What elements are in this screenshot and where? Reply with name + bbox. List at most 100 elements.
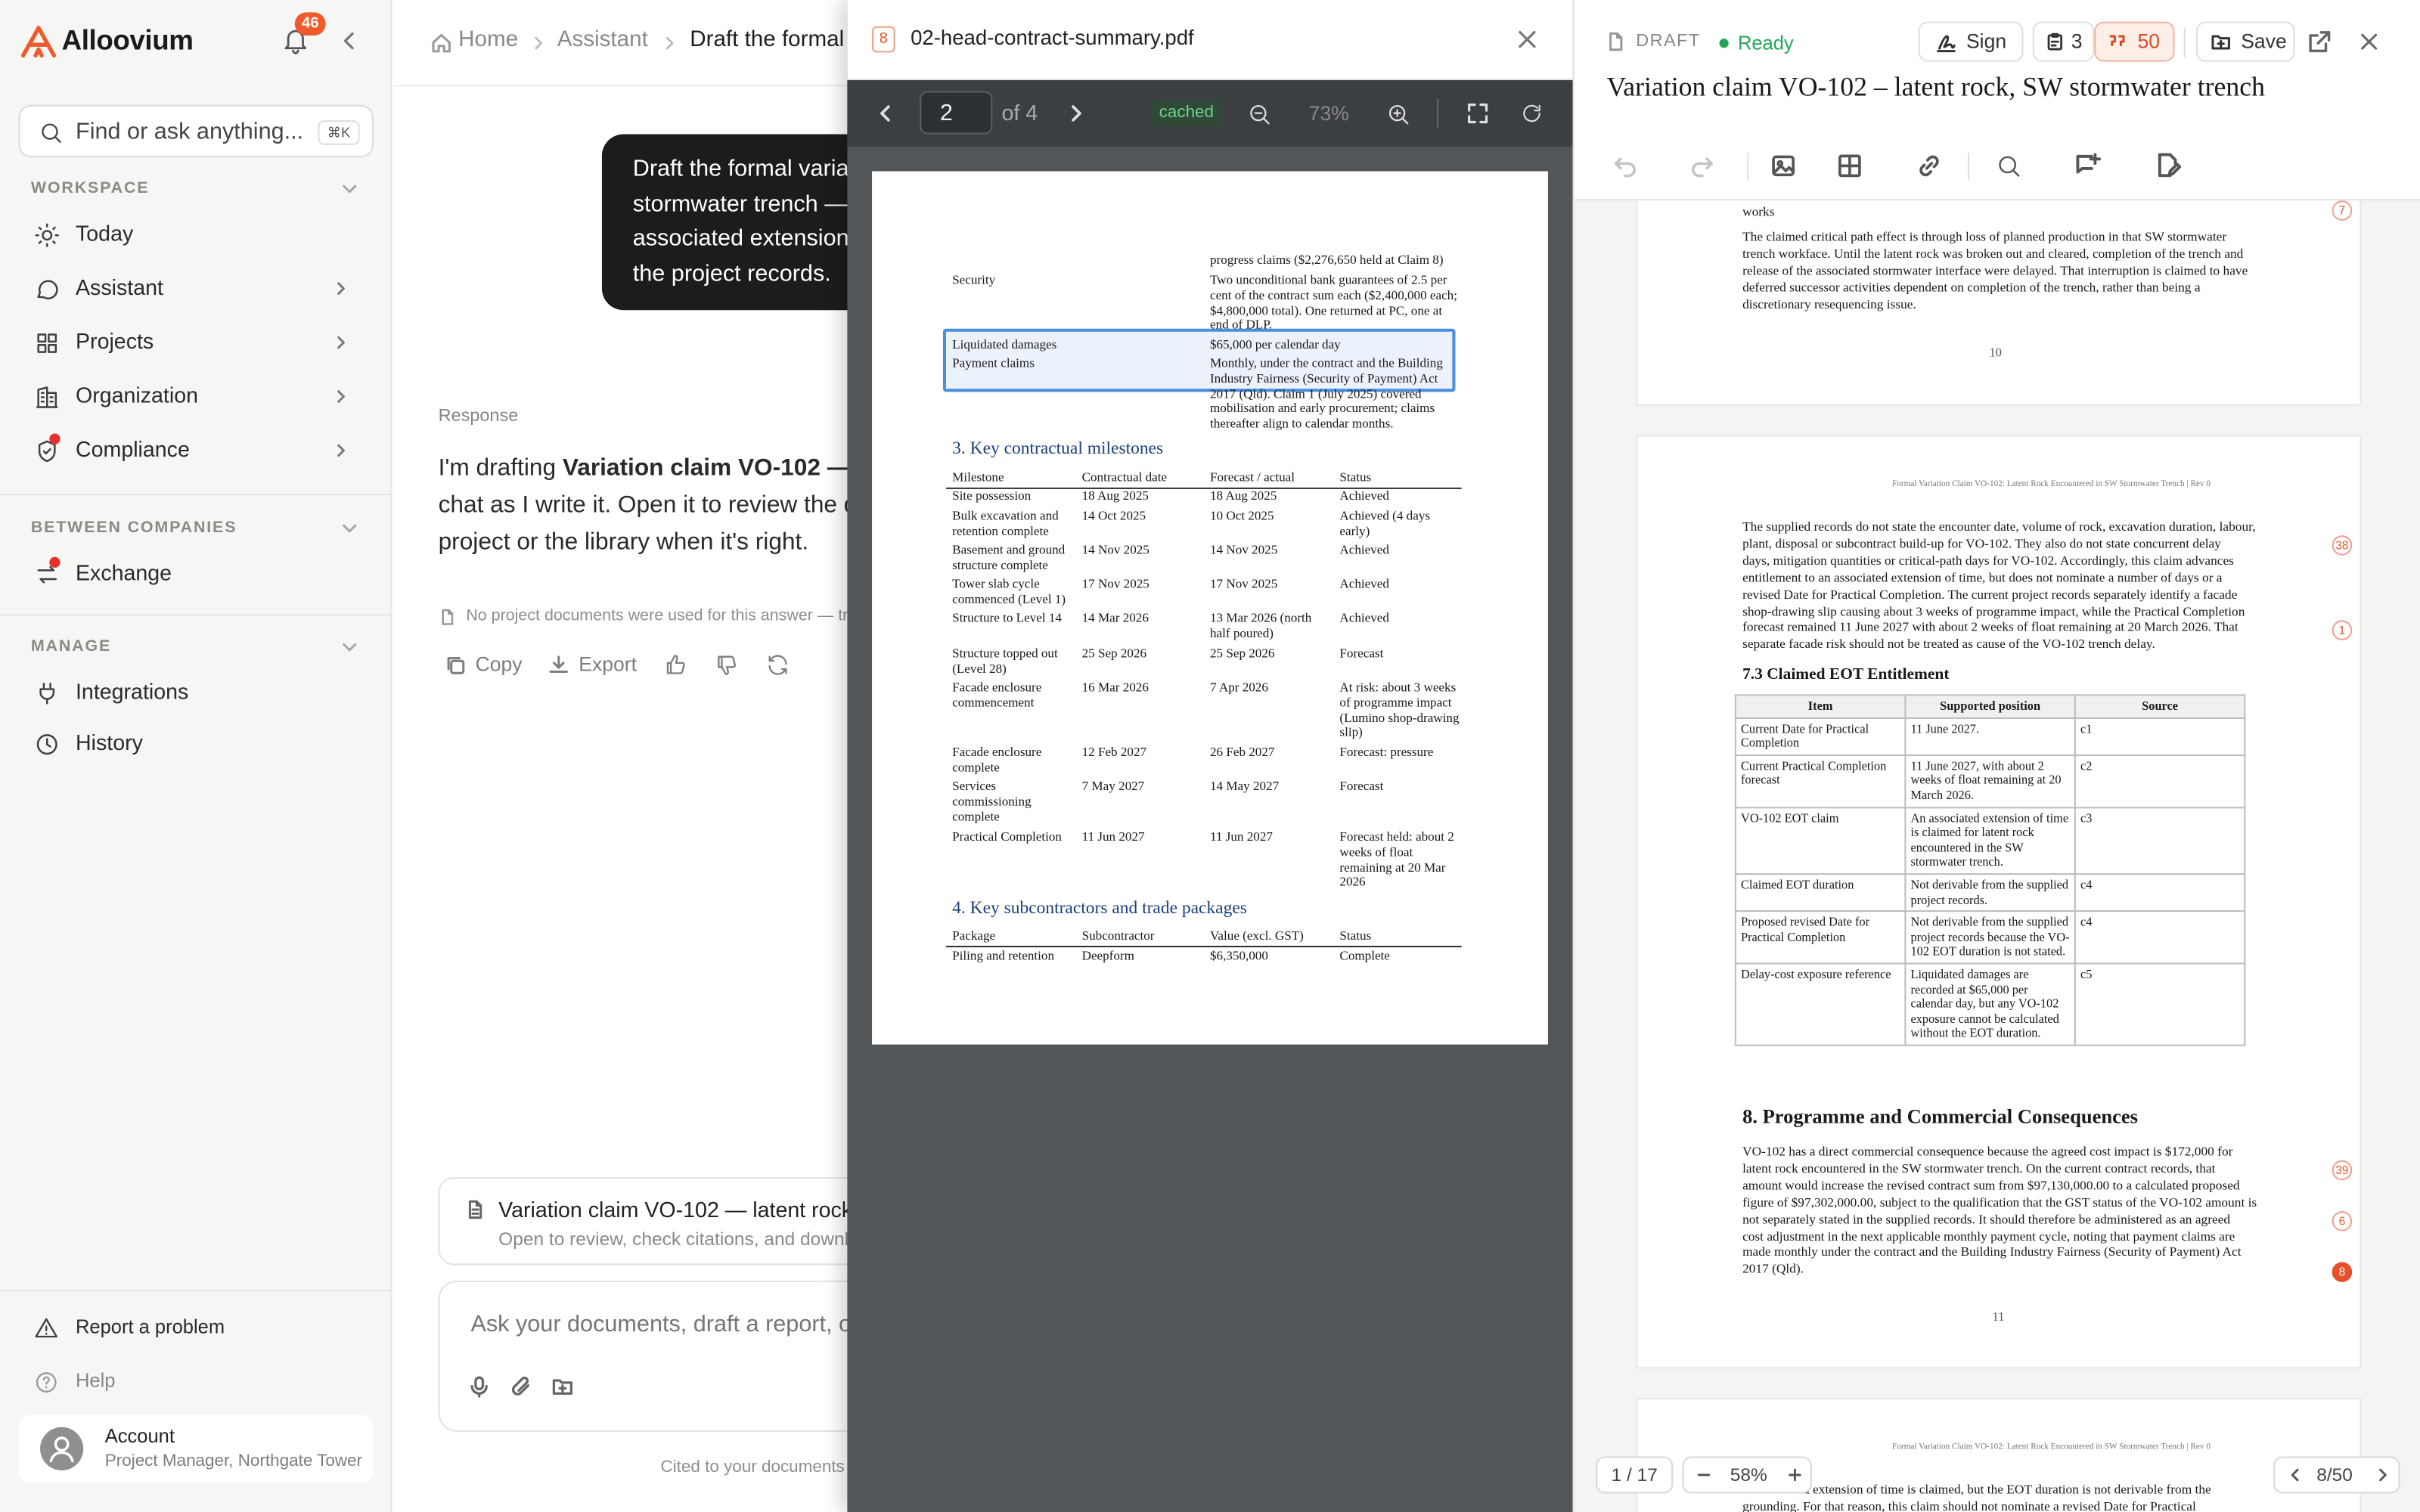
redo-icon[interactable]: [1690, 154, 1715, 179]
citation-marker[interactable]: 7: [2332, 200, 2353, 221]
milestone-cell: Site possession: [952, 488, 1032, 503]
chevron-right-icon: [337, 444, 345, 457]
undo-icon[interactable]: [1613, 154, 1638, 179]
sidebar-item-integrations[interactable]: Integrations: [18, 668, 373, 717]
citation-marker[interactable]: 38: [2332, 535, 2353, 556]
manage-label: MANAGE: [30, 637, 112, 656]
search-input[interactable]: [75, 106, 308, 156]
close-icon[interactable]: [1516, 28, 1539, 51]
composer[interactable]: [438, 1280, 873, 1432]
folder-add-icon[interactable]: [551, 1374, 575, 1398]
sidebar-item-exchange[interactable]: Exchange: [18, 550, 373, 599]
draft-page-10: works 7 The claimed critical path effect…: [1637, 200, 2360, 404]
sidebar-item-history[interactable]: History: [18, 719, 373, 768]
signature-icon: [1937, 35, 1956, 53]
document-icon: [442, 609, 454, 625]
subcontractor-cell: Complete: [1339, 949, 1390, 963]
account-name: Account: [104, 1425, 175, 1448]
refresh-icon[interactable]: [1520, 102, 1544, 125]
save-button[interactable]: Save: [2196, 21, 2295, 62]
table-row: VO-102 EOT claim An associated extension …: [1734, 806, 2246, 875]
table-header: Contractual date: [1081, 470, 1168, 485]
citation-navigator[interactable]: 8/50: [2273, 1456, 2400, 1494]
link-icon[interactable]: [1916, 153, 1944, 179]
sidebar-item-projects[interactable]: Projects: [18, 318, 373, 367]
image-icon[interactable]: [1770, 153, 1797, 179]
help-label: Help: [75, 1370, 116, 1392]
thumbs-up-icon[interactable]: [664, 652, 689, 677]
paragraph-line: cost adjustment in the next applicable m…: [1742, 1227, 2235, 1243]
paragraph-line: separate facade risk should not be treat…: [1742, 636, 2155, 652]
regenerate-icon[interactable]: [765, 652, 790, 677]
chevron-down-icon[interactable]: [341, 520, 358, 537]
sidebar-item-label: History: [75, 730, 143, 754]
citation-marker-active[interactable]: 8: [2332, 1262, 2353, 1282]
pdf-cell: $65,000 per calendar day: [1209, 337, 1341, 352]
search-icon[interactable]: [1996, 153, 2022, 179]
milestone-cell: Forecast: [1339, 779, 1384, 793]
add-comment-icon[interactable]: [2074, 151, 2102, 179]
chevron-down-icon[interactable]: [341, 181, 358, 197]
notes-count-button[interactable]: 3: [2032, 21, 2095, 62]
citation-marker[interactable]: 1: [2332, 620, 2353, 640]
chevron-right-icon: [337, 390, 345, 403]
pdf-page: progress claims ($2,276,650 held at Clai…: [872, 171, 1548, 1045]
fullscreen-icon[interactable]: [1466, 102, 1490, 125]
milestone-cell: 18 Aug 2025: [1081, 488, 1149, 503]
close-icon[interactable]: [2358, 31, 2380, 53]
minus-icon[interactable]: [1696, 1467, 1711, 1483]
chevron-right-icon[interactable]: [2375, 1467, 2391, 1483]
paperclip-icon[interactable]: [509, 1374, 532, 1398]
citation-number-badge: 8: [872, 26, 895, 53]
citation-marker[interactable]: 39: [2332, 1160, 2353, 1181]
paragraph-line: revised Date for Practical Completion. T…: [1742, 585, 2238, 602]
zoom-control[interactable]: 58%: [1682, 1456, 1812, 1494]
table-row: Claimed EOT duration Not derivable from t…: [1734, 872, 2246, 912]
milestone-cell: 17 Nov 2025: [1081, 577, 1150, 591]
paragraph-line: discretionary resequencing issue.: [1742, 296, 1916, 311]
subcontractor-cell: Piling and retention: [952, 949, 1054, 963]
thumbs-down-icon[interactable]: [715, 652, 740, 677]
chevron-left-icon[interactable]: [2287, 1467, 2302, 1483]
chevron-left-icon[interactable]: [338, 29, 361, 53]
table-row: Current Date for Practical Completion 11 …: [1734, 717, 2246, 756]
citations-count-button[interactable]: 50: [2094, 21, 2175, 62]
citation-marker[interactable]: 6: [2332, 1211, 2353, 1232]
milestone-cell: Achieved: [1339, 488, 1389, 503]
external-link-icon[interactable]: [2307, 29, 2332, 54]
help-link[interactable]: Help: [18, 1358, 373, 1407]
table-icon[interactable]: [1837, 153, 1863, 179]
report-problem-link[interactable]: Report a problem: [18, 1303, 373, 1352]
paragraph-line: release of the associated stormwater int…: [1742, 262, 2248, 277]
table-header: Supported position: [1904, 694, 2076, 719]
export-button[interactable]: Export: [548, 649, 644, 680]
page-number-input[interactable]: [920, 91, 993, 135]
paragraph-line: made monthly under the contract and the …: [1742, 1244, 2242, 1260]
breadcrumb-assistant[interactable]: Assistant: [557, 28, 648, 53]
save-label: Save: [2241, 29, 2287, 53]
chevron-right-icon[interactable]: [1066, 104, 1087, 124]
table-rule: [946, 946, 1462, 948]
zoom-out-icon[interactable]: [1247, 102, 1272, 127]
sidebar-item-assistant[interactable]: Assistant: [18, 264, 373, 313]
sidebar-item-today[interactable]: Today: [18, 210, 373, 259]
table-header: Package: [952, 928, 996, 943]
edit-document-icon[interactable]: [2155, 151, 2183, 179]
search-icon: [42, 123, 61, 143]
paragraph-line: ... associated extension of time is clai…: [1742, 1481, 2211, 1497]
microphone-icon[interactable]: [467, 1374, 491, 1398]
zoom-in-icon[interactable]: [1386, 102, 1411, 127]
table-header: Value (excl. GST): [1209, 928, 1304, 943]
draft-document-card[interactable]: Variation claim VO-102 — latent rock, SW…: [438, 1177, 871, 1266]
chevron-down-icon[interactable]: [341, 639, 358, 655]
sign-button[interactable]: Sign: [1918, 21, 2024, 62]
plus-icon[interactable]: [1787, 1467, 1802, 1483]
breadcrumb-home[interactable]: Home: [458, 28, 518, 53]
sidebar-item-compliance[interactable]: Compliance: [18, 426, 373, 475]
composer-input[interactable]: [470, 1306, 873, 1341]
account-card[interactable]: Account Project Manager, Northgate Tower: [18, 1414, 374, 1483]
chevron-left-icon[interactable]: [875, 104, 895, 124]
sidebar-item-organization[interactable]: Organization: [18, 372, 373, 421]
search-box[interactable]: ⌘K: [18, 104, 374, 158]
copy-icon: [447, 657, 465, 674]
